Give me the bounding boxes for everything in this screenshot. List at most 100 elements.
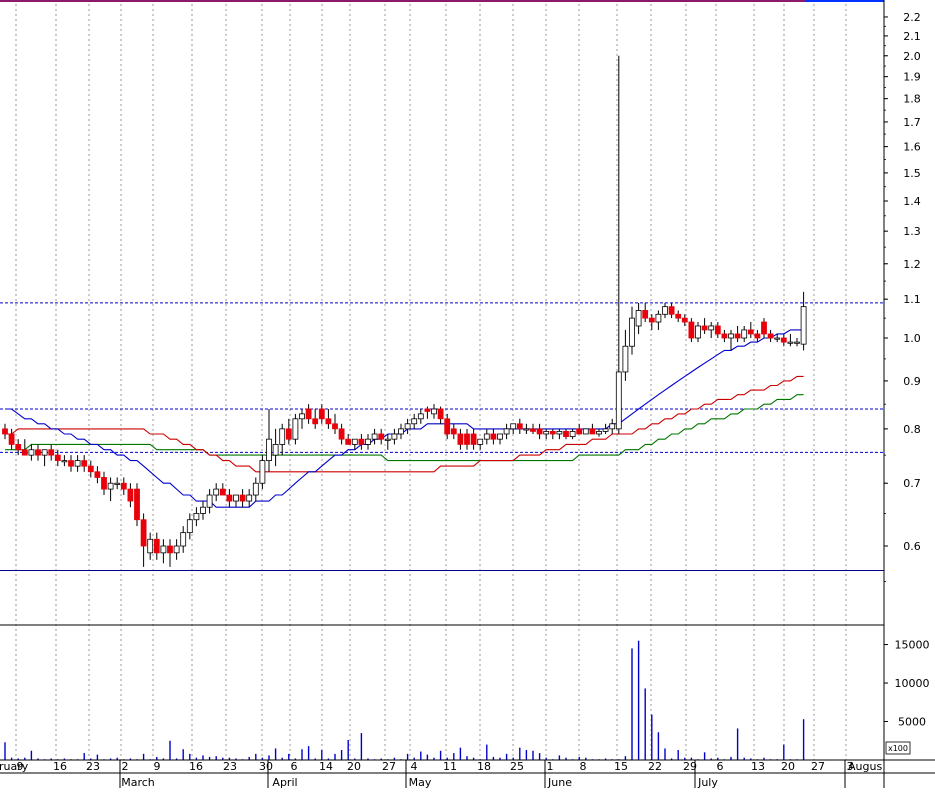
candle-body [206, 494, 213, 508]
date-tick-label: 14 [319, 760, 333, 773]
date-tick-label: 27 [382, 760, 396, 773]
candle [701, 318, 708, 334]
candle-body [510, 423, 517, 430]
candle-body [391, 433, 398, 440]
candle [259, 455, 266, 490]
candle [675, 310, 682, 323]
price-tick-label: 2.1 [903, 30, 921, 43]
candle [622, 329, 629, 381]
candle-body [417, 413, 424, 420]
candle-body [351, 438, 358, 445]
candle [48, 444, 55, 461]
date-tick-label: 25 [510, 760, 524, 773]
candle-body [398, 428, 404, 435]
candle-body [411, 418, 418, 425]
date-tick-label: 30 [259, 760, 273, 773]
date-tick-label: 20 [781, 760, 795, 773]
candle-body [536, 428, 543, 435]
candle [464, 428, 470, 450]
candle [81, 455, 88, 472]
candle [2, 423, 8, 440]
candle-body [193, 513, 200, 521]
candle [173, 539, 180, 560]
candle-body [483, 433, 490, 440]
candle [127, 483, 134, 508]
volume-tick-label: 5000 [898, 716, 926, 729]
candle-body [761, 321, 767, 335]
price-tick-label: 1.9 [903, 71, 921, 84]
candle [794, 338, 800, 347]
candle-body [127, 488, 134, 502]
candle-body [728, 333, 734, 339]
price-tick-label: 1.7 [903, 116, 921, 129]
candle [68, 455, 74, 472]
date-tick-label: 8 [580, 760, 587, 773]
candle-body [675, 313, 682, 319]
date-tick-label: bruary [0, 760, 29, 773]
date-tick-label: 20 [347, 760, 361, 773]
date-tick-label: 23 [223, 760, 237, 773]
candle-body [325, 418, 332, 425]
candle-body [15, 444, 22, 451]
candle-body [8, 433, 15, 445]
date-tick-label: 27 [811, 760, 825, 773]
chart-frame [0, 0, 935, 788]
candle-body [424, 408, 431, 412]
candle [589, 423, 596, 435]
price-tick-label: 1.4 [903, 195, 921, 208]
candle-body [233, 494, 239, 502]
candle-body [259, 460, 266, 484]
candle [503, 423, 510, 440]
candle [299, 408, 305, 429]
candle-body [358, 438, 365, 445]
candle [378, 428, 385, 445]
candle-body [246, 494, 253, 502]
candle [226, 489, 233, 508]
month-label: March [121, 776, 155, 788]
moving-averages [5, 329, 804, 508]
candle-body [714, 325, 721, 335]
candle [266, 408, 272, 472]
candle-body [173, 545, 180, 554]
candle-body [470, 433, 477, 445]
candle [147, 532, 154, 560]
candle-body [530, 428, 536, 432]
candle [556, 428, 563, 440]
candle [206, 489, 213, 514]
candle [272, 428, 279, 467]
candle-body [543, 431, 550, 435]
candle [767, 329, 774, 343]
price-tick-label: 0.7 [903, 477, 921, 490]
candle-body [800, 306, 807, 345]
candle-body [140, 519, 147, 547]
candle [61, 455, 68, 467]
candle [431, 404, 437, 419]
date-tick-label: 4 [411, 760, 418, 773]
candle-body [134, 488, 140, 521]
price-tick-label: 1.6 [903, 141, 921, 154]
candle [734, 325, 741, 343]
candle-body [239, 494, 246, 502]
candle [602, 423, 609, 434]
volume-axis: 5000 10000 15000 x100 [884, 639, 930, 755]
candle-body [780, 337, 787, 343]
candle [107, 477, 114, 502]
date-axis: bruary9162329162330614202741118251815222… [0, 760, 882, 789]
date-tick-label: 1 [547, 760, 554, 773]
candle-body [549, 431, 556, 435]
candle-body [87, 465, 94, 473]
candle [160, 539, 167, 564]
chart-canvas: 0.6 0.7 0.8 0.9 1.0 1.1 1.2 1.3 1.4 1.5 1.6 1.7 1.8 1… [0, 0, 935, 789]
candle-body [153, 538, 160, 554]
stock-chart: 0.6 0.7 0.8 0.9 1.0 1.1 1.2 1.3 1.4 1.5 1.6 1.7 1.8 1… [0, 0, 935, 789]
candle-body [81, 460, 88, 467]
candle [193, 507, 200, 527]
candle [800, 291, 807, 351]
candle [523, 423, 530, 434]
candle-body [147, 538, 154, 554]
candle-body [523, 428, 530, 431]
candle [153, 532, 160, 560]
candle [74, 455, 81, 472]
candle [543, 428, 550, 440]
candle-body [787, 341, 794, 344]
